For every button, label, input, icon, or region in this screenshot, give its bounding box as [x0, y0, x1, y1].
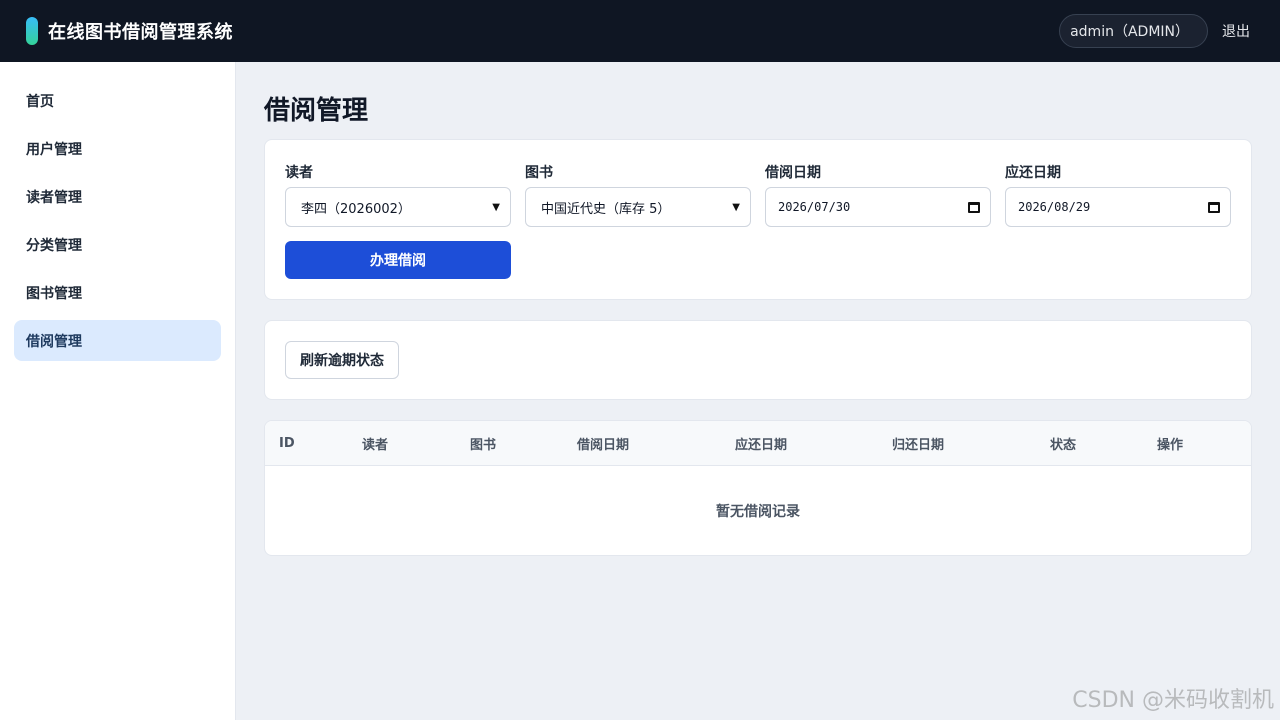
book-label: 图书 — [525, 165, 553, 181]
page-title: 借阅管理 — [264, 96, 369, 126]
chevron-down-icon: ▼ — [732, 201, 740, 213]
book-select-value: 中国近代史（库存 5） — [541, 201, 671, 217]
top-header: 在线图书借阅管理系统 admin（ADMIN） 退出 — [0, 0, 1280, 62]
table-header: ID 读者 图书 借阅日期 应还日期 归还日期 状态 操作 — [265, 421, 1251, 466]
borrow-date-input[interactable]: 2026/07/30 — [765, 187, 991, 227]
due-date-input[interactable]: 2026/08/29 — [1005, 187, 1231, 227]
borrow-records-table: ID 读者 图书 借阅日期 应还日期 归还日期 状态 操作 暂无借阅记录 — [264, 420, 1252, 556]
reader-select-value: 李四（2026002） — [301, 201, 411, 217]
due-date-label: 应还日期 — [1005, 165, 1061, 181]
column-header-borrow-date: 借阅日期 — [577, 438, 630, 453]
main-content: 借阅管理 读者 李四（2026002） ▼ 图书 中国近代史（库存 5） ▼ 借… — [236, 62, 1280, 720]
column-header-reader: 读者 — [362, 438, 389, 453]
calendar-icon[interactable] — [968, 201, 980, 213]
sidebar-item-categories[interactable]: 分类管理 — [14, 224, 221, 265]
column-header-return-date: 归还日期 — [892, 438, 945, 453]
reader-select[interactable]: 李四（2026002） ▼ — [285, 187, 511, 227]
sidebar-item-borrowing[interactable]: 借阅管理 — [14, 320, 221, 361]
tools-card: 刷新逾期状态 — [264, 320, 1252, 400]
column-header-status: 状态 — [1050, 438, 1077, 453]
borrow-form-card: 读者 李四（2026002） ▼ 图书 中国近代史（库存 5） ▼ 借阅日期 2… — [264, 139, 1252, 300]
sidebar-item-users[interactable]: 用户管理 — [14, 128, 221, 169]
watermark: CSDN @米码收割机 — [1072, 688, 1274, 713]
empty-state-text: 暂无借阅记录 — [716, 504, 800, 520]
brand: 在线图书借阅管理系统 — [26, 17, 233, 45]
user-badge[interactable]: admin（ADMIN） — [1059, 14, 1208, 48]
sidebar: 首页 用户管理 读者管理 分类管理 图书管理 借阅管理 — [0, 62, 236, 720]
sidebar-item-home[interactable]: 首页 — [14, 80, 221, 121]
refresh-overdue-button[interactable]: 刷新逾期状态 — [285, 341, 399, 379]
borrow-date-value: 2026/07/30 — [778, 200, 851, 214]
chevron-down-icon: ▼ — [492, 201, 500, 213]
user-area: admin（ADMIN） 退出 — [1059, 14, 1254, 48]
logout-link[interactable]: 退出 — [1222, 21, 1250, 41]
due-date-value: 2026/08/29 — [1018, 200, 1091, 214]
sidebar-item-readers[interactable]: 读者管理 — [14, 176, 221, 217]
sidebar-item-books[interactable]: 图书管理 — [14, 272, 221, 313]
app-title: 在线图书借阅管理系统 — [48, 22, 233, 43]
submit-borrow-button[interactable]: 办理借阅 — [285, 241, 511, 279]
column-header-book: 图书 — [470, 438, 497, 453]
column-header-id: ID — [279, 436, 295, 451]
calendar-icon[interactable] — [1208, 201, 1220, 213]
column-header-actions: 操作 — [1157, 438, 1184, 453]
book-select[interactable]: 中国近代史（库存 5） ▼ — [525, 187, 751, 227]
borrow-date-field: 借阅日期 2026/07/30 — [765, 162, 991, 227]
reader-field: 读者 李四（2026002） ▼ — [285, 162, 511, 227]
brand-logo-icon — [26, 17, 38, 45]
borrow-date-label: 借阅日期 — [765, 165, 821, 181]
reader-label: 读者 — [285, 165, 313, 181]
due-date-field: 应还日期 2026/08/29 — [1005, 162, 1231, 227]
column-header-due-date: 应还日期 — [735, 438, 788, 453]
book-field: 图书 中国近代史（库存 5） ▼ — [525, 162, 751, 227]
